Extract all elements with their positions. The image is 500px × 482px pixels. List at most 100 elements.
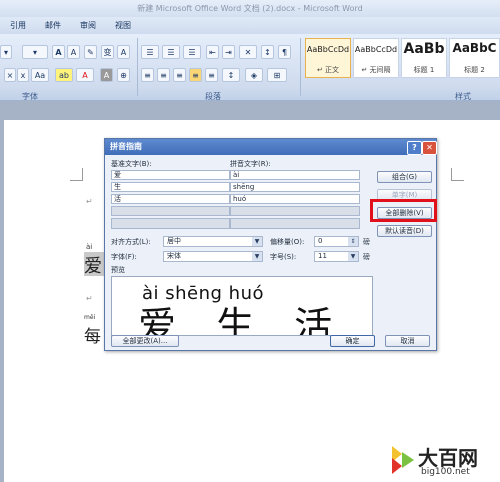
grow-font-icon[interactable]: A (52, 45, 65, 59)
style-name: ↵ 正文 (316, 66, 340, 74)
decrease-indent-icon[interactable]: ⇤ (206, 45, 219, 59)
font-value: 宋体 (167, 252, 181, 260)
offset-label: 偏移量(O): (270, 238, 305, 246)
chevron-down-icon: ▼ (252, 237, 262, 246)
phonetic-guide-dialog: 拼音指南 ? ✕ 基准文字(B): 拼音文字(R): 爱 ài 生 shēng … (104, 138, 437, 351)
close-icon[interactable]: ✕ (422, 141, 437, 155)
bullets-icon[interactable]: ☰ (141, 45, 159, 59)
borders-icon[interactable]: ⊞ (267, 68, 287, 82)
font-size-select[interactable]: ▾ (22, 45, 48, 59)
numbering-icon[interactable]: ☰ (162, 45, 180, 59)
style-sample: AaBbC (452, 41, 497, 55)
justify-icon[interactable]: ≡ (189, 68, 202, 82)
tab-mailings[interactable]: 邮件 (45, 17, 61, 34)
align-left-icon[interactable]: ≡ (141, 68, 154, 82)
clear-format-icon[interactable]: ✎ (84, 45, 97, 59)
base-text-field[interactable]: 活 (111, 194, 230, 204)
sort-icon[interactable]: ↕ (261, 45, 274, 59)
document-char[interactable]: 每 (84, 322, 101, 347)
style-normal[interactable]: AaBbCcDd ↵ 正文 (305, 38, 351, 78)
superscript-icon[interactable]: x (17, 68, 29, 82)
default-reading-button[interactable]: 默认读音(D) (377, 225, 432, 237)
cancel-button[interactable]: 取消 (385, 335, 430, 347)
base-text-field[interactable]: 爱 (111, 170, 230, 180)
tab-view[interactable]: 视图 (115, 17, 131, 34)
paragraph-mark: ↵ (86, 294, 93, 303)
watermark-logo-icon (392, 446, 414, 474)
group-divider (300, 38, 301, 96)
alignment-label: 对齐方式(L): (111, 238, 151, 246)
shrink-font-icon[interactable]: A (67, 45, 80, 59)
preview-pinyin: ài shēng huó (142, 283, 264, 304)
style-no-spacing[interactable]: AaBbCcDd ↵ 无间隔 (353, 38, 399, 78)
watermark: 大百网 big100.net (388, 440, 500, 482)
preview-label: 预览 (111, 266, 125, 274)
group-divider (137, 38, 138, 96)
font-size-dropdown[interactable]: ▾ (0, 45, 12, 59)
char-border-icon[interactable]: A (117, 45, 130, 59)
char-shading-icon[interactable]: A (100, 68, 113, 82)
increase-indent-icon[interactable]: ⇥ (222, 45, 235, 59)
chevron-down-icon: ▼ (252, 252, 262, 261)
style-heading-2[interactable]: AaBbC 标题 2 (449, 38, 500, 78)
ruby-text-field[interactable] (230, 218, 360, 229)
font-label: 字体(F): (111, 253, 137, 261)
strikethrough-icon[interactable]: × (4, 68, 16, 82)
alignment-value: 居中 (167, 237, 181, 245)
tab-references[interactable]: 引用 (10, 17, 26, 34)
phonetic-guide-icon[interactable]: 变 (101, 45, 114, 59)
window-title: 新建 Microsoft Office Word 文档 (2).docx - M… (0, 0, 500, 17)
size-label: 字号(S): (270, 253, 297, 261)
enclose-char-icon[interactable]: ⊕ (117, 68, 130, 82)
ok-button[interactable]: 确定 (330, 335, 375, 347)
document-char[interactable]: 爱 (84, 252, 102, 278)
base-text-label: 基准文字(B): (111, 160, 152, 168)
style-sample: AaBbCcDd (354, 45, 398, 54)
ruby-text-field[interactable] (230, 206, 360, 216)
style-name: ↵ 无间隔 (361, 66, 391, 74)
font-color-icon[interactable]: A (76, 68, 94, 82)
ruby-text-field[interactable]: ài (230, 170, 360, 180)
offset-unit: 磅 (363, 238, 370, 246)
style-name: 标题 2 (464, 66, 485, 74)
preview-box: ài shēng huó 爱 生 活 (111, 276, 373, 336)
ruby-text: ài (86, 243, 93, 251)
distributed-icon[interactable]: ≡ (205, 68, 218, 82)
align-right-icon[interactable]: ≡ (173, 68, 186, 82)
font-select[interactable]: 宋体 ▼ (163, 251, 263, 262)
change-case-icon[interactable]: Aa (31, 68, 49, 82)
chevron-down-icon: ▼ (348, 252, 358, 261)
multilevel-list-icon[interactable]: ☰ (183, 45, 201, 59)
base-text-field[interactable]: 生 (111, 182, 230, 192)
ruby-text-label: 拼音文字(R): (230, 160, 271, 168)
alignment-select[interactable]: 居中 ▼ (163, 236, 263, 247)
paragraph-mark: ↵ (86, 197, 93, 206)
chinese-layout-icon[interactable]: ✕ (239, 45, 257, 59)
help-icon[interactable]: ? (407, 141, 422, 155)
offset-spinner[interactable]: 0 ⇕ (314, 236, 359, 247)
style-name: 标题 1 (413, 66, 435, 74)
change-all-button[interactable]: 全部更改(A)... (111, 335, 179, 347)
base-text-field[interactable] (111, 218, 230, 229)
ruby-text-field[interactable]: huó (230, 194, 360, 204)
spinner-icon[interactable]: ⇕ (348, 237, 358, 246)
show-marks-icon[interactable]: ¶ (278, 45, 291, 59)
ruby-text-field[interactable]: shēng (230, 182, 360, 192)
style-sample: AaBb (403, 41, 445, 57)
watermark-url: big100.net (421, 467, 470, 477)
align-center-icon[interactable]: ≡ (157, 68, 170, 82)
tab-review[interactable]: 审阅 (80, 17, 96, 34)
size-select[interactable]: 11 ▼ (314, 251, 359, 262)
base-text-field[interactable] (111, 206, 230, 216)
shading-icon[interactable]: ◈ (245, 68, 263, 82)
size-value: 11 (318, 252, 327, 260)
ruby-text: měi (84, 314, 96, 321)
ribbon-tabs: 引用 邮件 审阅 视图 (0, 17, 500, 34)
offset-value: 0 (318, 237, 323, 245)
dialog-title: 拼音指南 (105, 139, 436, 155)
highlight-icon[interactable]: ab (55, 68, 73, 82)
combine-button[interactable]: 组合(G) (377, 171, 432, 183)
size-unit: 磅 (363, 253, 370, 261)
line-spacing-icon[interactable]: ↕ (222, 68, 240, 82)
style-heading-1[interactable]: AaBb 标题 1 (401, 38, 447, 78)
